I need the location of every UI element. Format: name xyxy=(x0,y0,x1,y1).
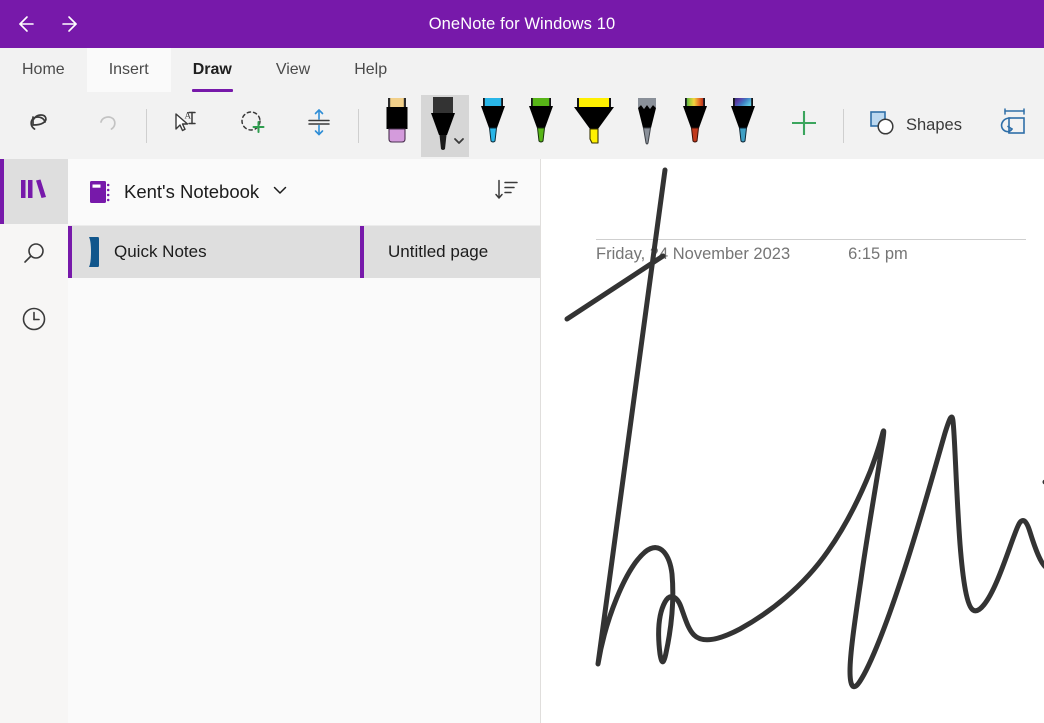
shapes-label: Shapes xyxy=(906,116,962,134)
onenote-window: OneNote for Windows 10 Home Insert Draw … xyxy=(0,0,1044,723)
insert-space-button[interactable] xyxy=(296,99,342,152)
forward-button[interactable] xyxy=(48,0,96,48)
undo-icon xyxy=(24,108,54,143)
pen-icon xyxy=(431,96,464,150)
add-pen-button[interactable] xyxy=(781,99,827,152)
ribbon-tab-strip: Home Insert Draw View Help xyxy=(0,48,1044,92)
lasso-select-icon xyxy=(236,106,270,145)
shapes-icon xyxy=(867,108,897,143)
ribbon-separator-2 xyxy=(358,108,359,143)
draw-ribbon: A Shapes xyxy=(0,92,1044,160)
pen-cyan[interactable] xyxy=(469,95,517,157)
notebooks-icon xyxy=(17,174,51,209)
pencil-icon xyxy=(638,97,656,144)
arrow-right-icon xyxy=(59,11,85,37)
section-item-label: Quick Notes xyxy=(114,241,207,261)
lasso-select-button[interactable] xyxy=(230,99,276,152)
section-list: Quick Notes xyxy=(68,159,361,723)
chevron-down-icon xyxy=(271,181,289,204)
notebook-name: Kent's Notebook xyxy=(124,181,260,202)
rail-item-notebooks[interactable] xyxy=(0,159,68,224)
ink-canvas xyxy=(564,167,1044,690)
tab-draw[interactable]: Draw xyxy=(171,48,254,92)
redo-icon xyxy=(92,108,122,143)
page-item-label: Untitled page xyxy=(388,241,489,261)
redo-button[interactable] xyxy=(84,99,130,152)
pen-green[interactable] xyxy=(517,95,565,157)
notebook-header: Kent's Notebook xyxy=(68,159,540,226)
section-item-quick-notes[interactable]: Quick Notes xyxy=(68,225,360,278)
tab-view-label: View xyxy=(275,61,311,78)
clock-icon xyxy=(19,304,49,339)
pen-highlighter[interactable] xyxy=(565,95,623,157)
ink-to-text-button[interactable]: A xyxy=(162,99,208,152)
pen-eraser[interactable] xyxy=(373,95,421,157)
shapes-button[interactable]: Shapes xyxy=(861,99,968,152)
pen-icon xyxy=(683,97,707,142)
highlighter-icon xyxy=(574,97,614,144)
page-item-untitled[interactable]: Untitled page xyxy=(360,225,540,278)
title-bar: OneNote for Windows 10 xyxy=(0,0,1044,48)
rail-item-recent-notes[interactable] xyxy=(0,289,68,354)
search-icon xyxy=(19,239,49,274)
app-title: OneNote for Windows 10 xyxy=(428,14,616,33)
page-title-rule xyxy=(596,239,1026,240)
pen-icon xyxy=(481,97,505,142)
pen-rainbow[interactable] xyxy=(671,95,719,157)
page-datetime: Friday, 24 November 2023 6:15 pm xyxy=(596,245,908,264)
ink-to-shape-icon xyxy=(995,106,1031,145)
section-tab-icon xyxy=(86,235,102,269)
navigation-rail xyxy=(0,159,69,723)
ink-to-text-icon: A xyxy=(168,106,202,145)
page-canvas[interactable]: Friday, 24 November 2023 6:15 pm xyxy=(541,159,1044,723)
ink-to-shape-button[interactable] xyxy=(990,99,1036,152)
arrow-left-icon xyxy=(11,11,37,37)
insert-space-icon xyxy=(302,106,336,145)
tab-insert-label: Insert xyxy=(108,61,149,78)
pen-black[interactable] xyxy=(421,94,469,157)
ribbon-separator-3 xyxy=(843,108,844,143)
pen-pencil[interactable] xyxy=(623,95,671,157)
notebook-icon xyxy=(88,179,112,205)
ribbon-separator-1 xyxy=(146,108,147,143)
pen-icon xyxy=(529,97,553,142)
undo-button[interactable] xyxy=(16,99,62,152)
page-list: Untitled page xyxy=(360,159,541,723)
pen-galaxy[interactable] xyxy=(719,95,767,157)
tab-home[interactable]: Home xyxy=(0,48,87,92)
plus-icon xyxy=(787,106,821,145)
rail-item-search[interactable] xyxy=(0,224,68,289)
tab-home-label: Home xyxy=(22,61,65,78)
tab-insert[interactable]: Insert xyxy=(86,48,171,92)
page-time: 6:15 pm xyxy=(848,245,908,263)
tab-help[interactable]: Help xyxy=(332,48,409,92)
tab-view[interactable]: View xyxy=(254,48,332,92)
sort-icon xyxy=(494,177,520,208)
eraser-icon xyxy=(386,97,408,143)
pen-icon xyxy=(731,97,755,142)
page-date: Friday, 24 November 2023 xyxy=(596,245,791,263)
back-button[interactable] xyxy=(0,0,48,48)
tab-help-label: Help xyxy=(354,61,388,78)
tab-draw-label: Draw xyxy=(192,61,232,78)
notebook-picker-button[interactable] xyxy=(271,181,289,204)
sort-pages-button[interactable] xyxy=(494,177,520,208)
